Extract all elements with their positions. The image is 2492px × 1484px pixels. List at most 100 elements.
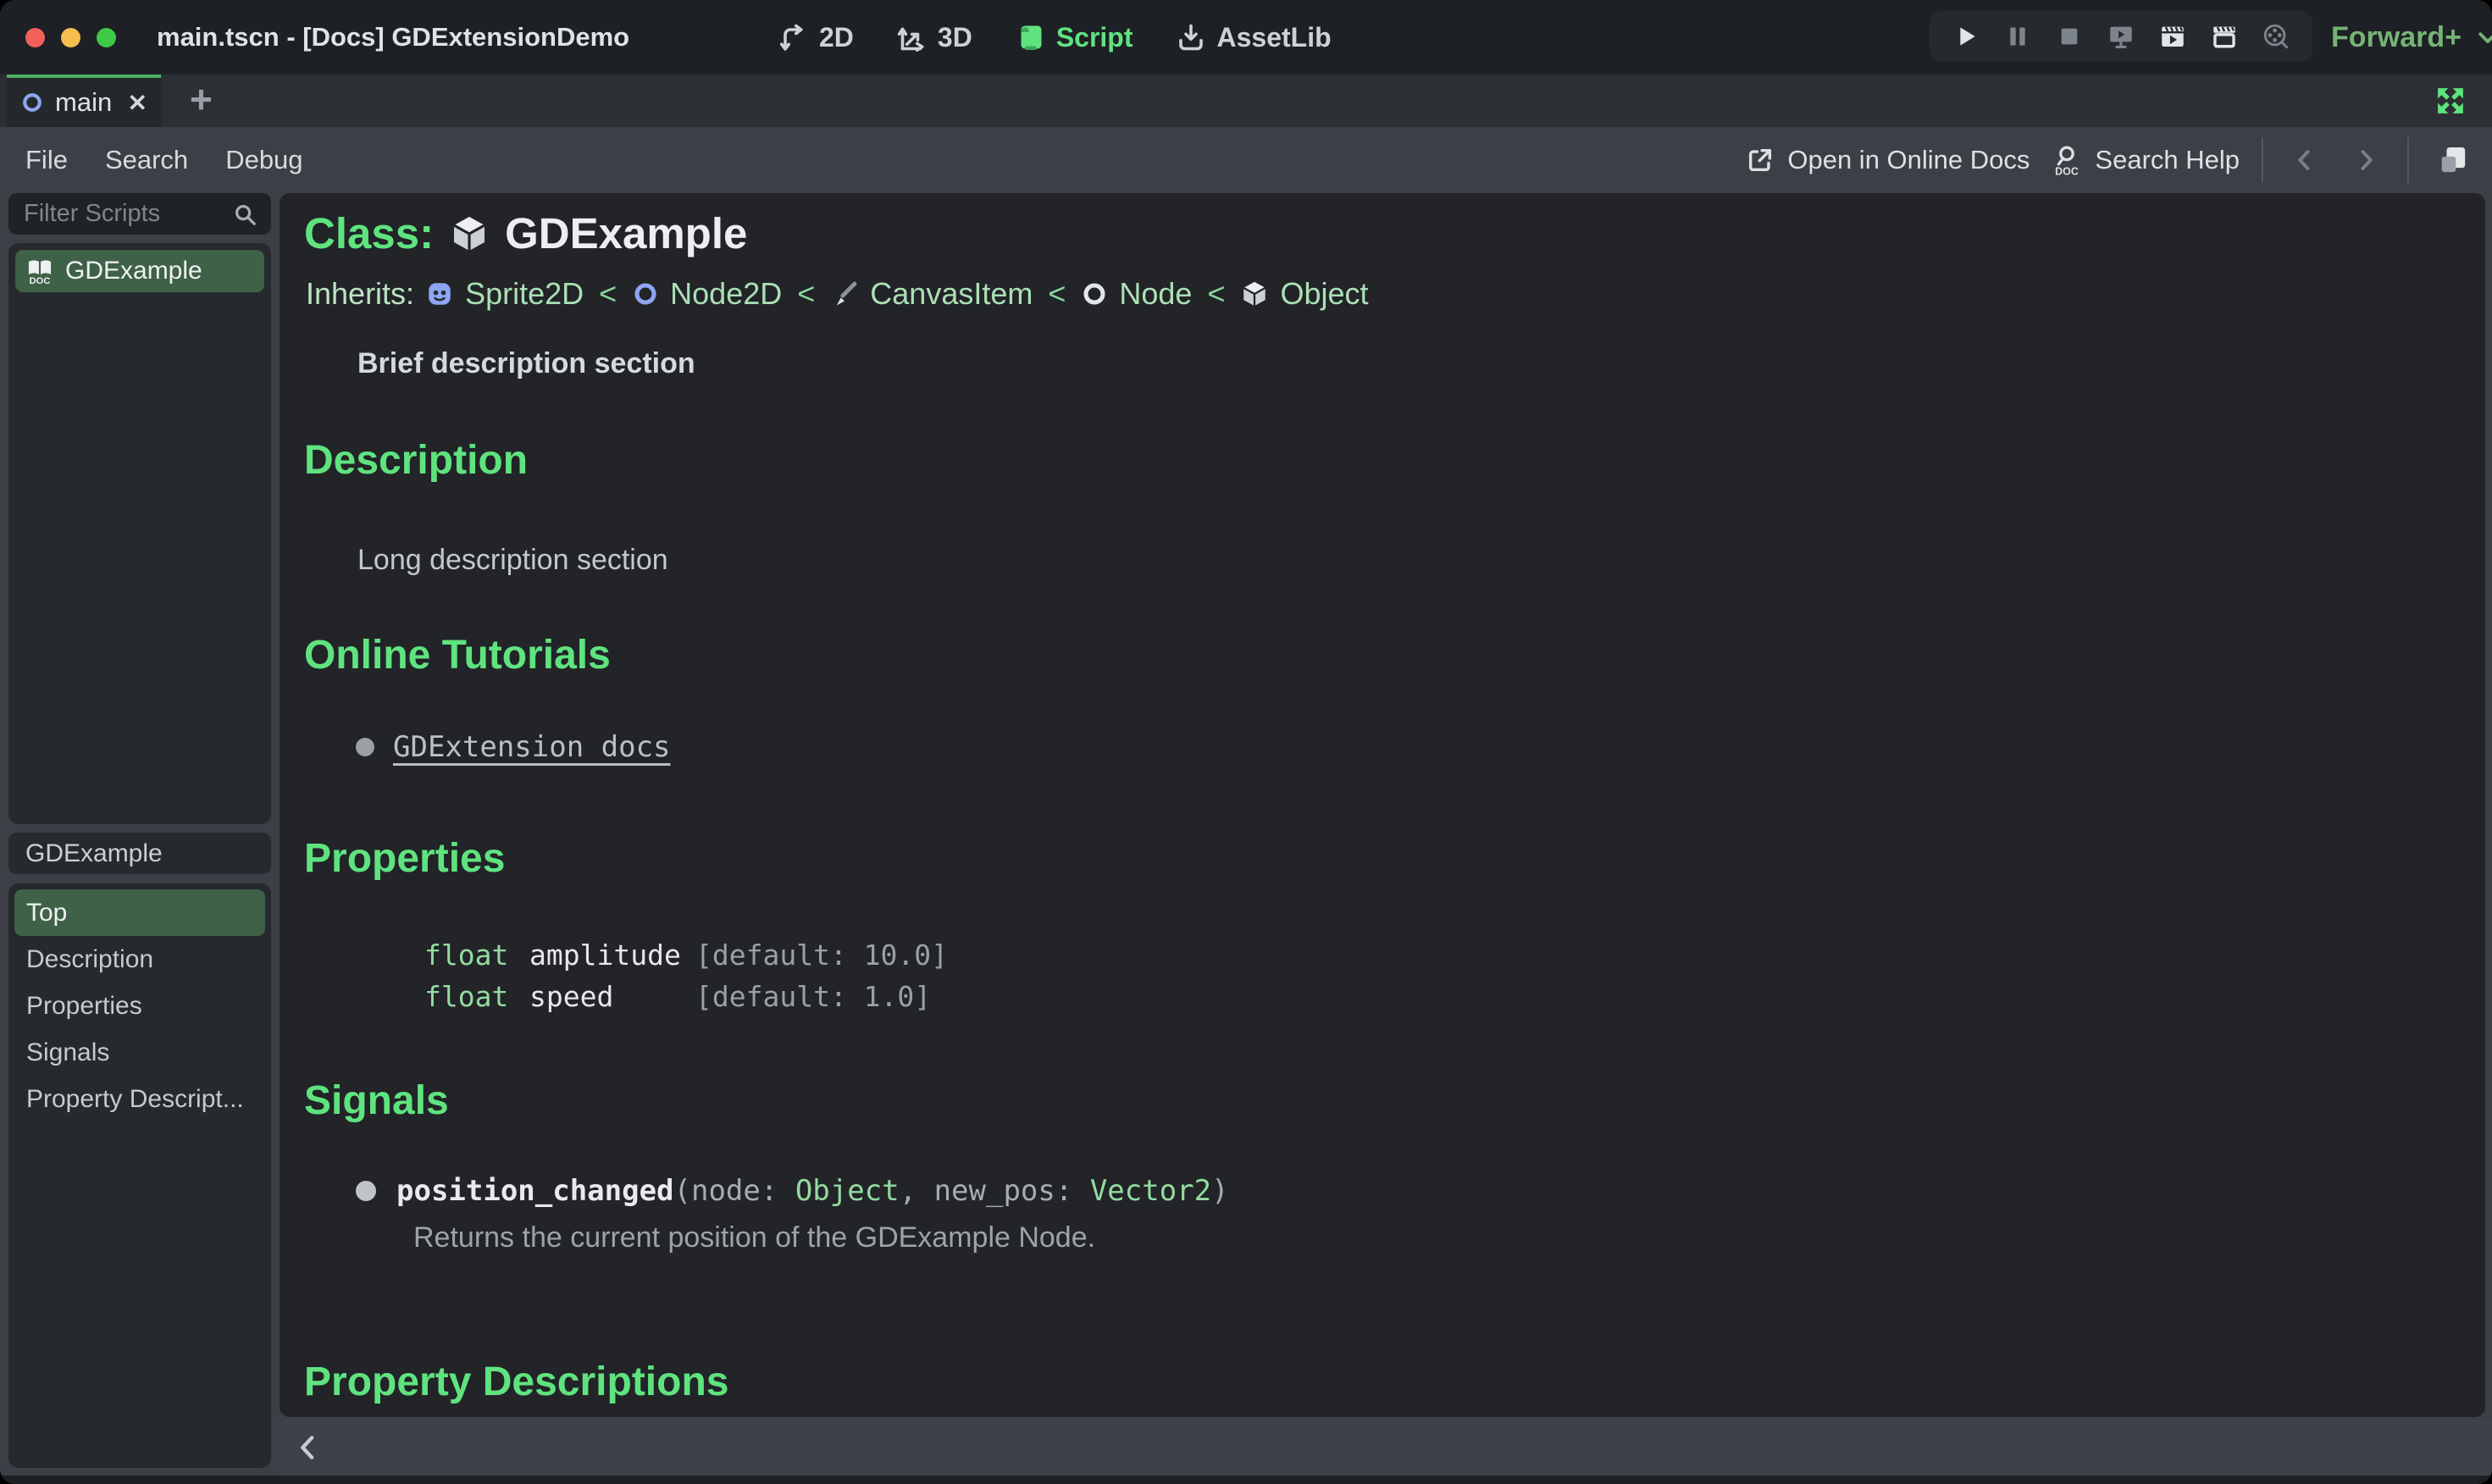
svg-text:DOC: DOC bbox=[30, 276, 51, 285]
title-bar: main.tscn - [Docs] GDExtensionDemo 2D 3D… bbox=[0, 0, 2492, 75]
renderer-selector[interactable]: Forward+ bbox=[2331, 0, 2492, 75]
script-icon bbox=[1015, 22, 1045, 53]
scene-tab-bar: main ✕ + bbox=[0, 75, 2492, 127]
search-doc-icon: DOC bbox=[2052, 144, 2082, 176]
inherits-separator: < bbox=[1048, 276, 1066, 311]
renderer-label: Forward+ bbox=[2331, 20, 2462, 53]
property-type[interactable]: float bbox=[424, 939, 529, 972]
property-type[interactable]: float bbox=[424, 980, 529, 1013]
minimize-window-button[interactable] bbox=[61, 27, 80, 47]
2d-icon bbox=[778, 22, 808, 53]
script-item-gdexample[interactable]: DOC GDExample bbox=[15, 250, 264, 292]
long-description: Long description section bbox=[357, 544, 668, 576]
script-editor-menu-bar: File Search Debug Open in Online Docs DO… bbox=[0, 127, 2492, 193]
tutorial-item: GDExtension docs bbox=[356, 730, 671, 764]
description-heading: Description bbox=[304, 438, 529, 483]
signal-arg-type[interactable]: Vector2 bbox=[1090, 1174, 1211, 1208]
class-header: Class: GDExample bbox=[304, 208, 747, 258]
sprite2d-icon bbox=[425, 280, 454, 308]
history-back-button[interactable] bbox=[2285, 146, 2324, 174]
property-row: float amplitude [default: 10.0] bbox=[424, 939, 948, 972]
movie-maker-button[interactable] bbox=[2254, 14, 2298, 58]
pause-button[interactable] bbox=[1996, 14, 2040, 58]
signal-description: Returns the current position of the GDEx… bbox=[413, 1221, 1096, 1254]
play-scene-button[interactable] bbox=[2151, 14, 2195, 58]
close-tab-icon[interactable]: ✕ bbox=[128, 89, 147, 117]
property-default: [default: 1.0] bbox=[695, 980, 932, 1013]
inherits-link-sprite2d[interactable]: Sprite2D bbox=[465, 276, 584, 312]
object-cube-icon bbox=[1240, 280, 1269, 308]
filter-scripts-field[interactable] bbox=[8, 193, 271, 235]
property-descriptions-heading: Property Descriptions bbox=[304, 1359, 729, 1404]
menu-debug[interactable]: Debug bbox=[207, 145, 321, 175]
workspace-2d-button[interactable]: 2D bbox=[778, 22, 854, 53]
play-button[interactable] bbox=[1944, 14, 1988, 58]
property-default: [default: 10.0] bbox=[695, 939, 949, 972]
member-item-property-descriptions[interactable]: Property Descript... bbox=[14, 1076, 265, 1122]
svg-text:DOC: DOC bbox=[2056, 165, 2079, 176]
tutorial-link[interactable]: GDExtension docs bbox=[393, 730, 671, 764]
inherits-separator: < bbox=[599, 276, 617, 311]
menu-bar-right: Open in Online Docs DOC Search Help bbox=[1746, 137, 2492, 183]
inherits-link-node2d[interactable]: Node2D bbox=[670, 276, 782, 312]
inherits-label: Inherits: bbox=[306, 276, 415, 311]
menu-file[interactable]: File bbox=[25, 145, 86, 175]
property-name[interactable]: speed bbox=[529, 980, 695, 1013]
script-item-label: GDExample bbox=[65, 257, 202, 285]
collapse-panel-button[interactable] bbox=[291, 1431, 325, 1465]
inherits-link-object[interactable]: Object bbox=[1280, 276, 1368, 312]
inherits-separator: < bbox=[1207, 276, 1226, 311]
window-bottom-edge bbox=[0, 1476, 2492, 1484]
selected-class-header: GDExample bbox=[8, 833, 271, 874]
object-cube-icon bbox=[449, 213, 490, 254]
node-icon bbox=[1081, 280, 1108, 307]
run-toolbar bbox=[1930, 11, 2312, 62]
node-icon bbox=[20, 91, 44, 114]
property-name[interactable]: amplitude bbox=[529, 939, 695, 972]
workspace-script-button[interactable]: Script bbox=[1015, 22, 1133, 53]
open-online-docs-label: Open in Online Docs bbox=[1787, 145, 2030, 174]
filter-scripts-input[interactable] bbox=[22, 199, 232, 229]
inherits-link-canvasitem[interactable]: CanvasItem bbox=[870, 276, 1033, 312]
member-item-top[interactable]: Top bbox=[14, 889, 265, 936]
close-window-button[interactable] bbox=[25, 27, 45, 47]
scripts-list: DOC GDExample bbox=[8, 243, 271, 824]
inherits-separator: < bbox=[797, 276, 816, 311]
3d-icon bbox=[896, 22, 927, 53]
search-help-label: Search Help bbox=[2095, 145, 2240, 174]
signals-heading: Signals bbox=[304, 1078, 449, 1123]
doc-book-icon: DOC bbox=[25, 257, 54, 285]
history-forward-button[interactable] bbox=[2346, 146, 2385, 174]
workspace-3d-button[interactable]: 3D bbox=[896, 22, 972, 53]
expand-icon bbox=[2433, 83, 2468, 119]
play-remote-button[interactable] bbox=[2099, 14, 2143, 58]
class-doc-page: Class: GDExample Inherits: Sprite2D < No… bbox=[280, 193, 2485, 1417]
signal-arg-type[interactable]: Object bbox=[795, 1174, 900, 1208]
canvasitem-brush-icon bbox=[830, 280, 859, 308]
member-item-properties[interactable]: Properties bbox=[14, 983, 265, 1029]
member-item-description[interactable]: Description bbox=[14, 936, 265, 983]
window-title: main.tscn - [Docs] GDExtensionDemo bbox=[157, 22, 630, 52]
open-online-docs-button[interactable]: Open in Online Docs bbox=[1746, 145, 2030, 175]
stop-button[interactable] bbox=[2047, 14, 2091, 58]
toggle-scripts-panel-button[interactable] bbox=[2431, 143, 2475, 177]
tab-main[interactable]: main ✕ bbox=[7, 75, 161, 127]
search-help-button[interactable]: DOC Search Help bbox=[2052, 144, 2240, 176]
chevron-down-icon bbox=[2475, 25, 2492, 50]
zoom-window-button[interactable] bbox=[97, 27, 116, 47]
menu-search[interactable]: Search bbox=[86, 145, 207, 175]
properties-heading: Properties bbox=[304, 836, 506, 881]
member-item-signals[interactable]: Signals bbox=[14, 1029, 265, 1076]
signal-row: position_changed(node: Object, new_pos: … bbox=[356, 1174, 1229, 1208]
workspace-assetlib-button[interactable]: AssetLib bbox=[1176, 22, 1332, 53]
play-custom-scene-button[interactable] bbox=[2202, 14, 2246, 58]
distraction-free-mode-button[interactable] bbox=[2433, 75, 2468, 127]
tab-main-label: main bbox=[55, 87, 113, 117]
members-list: Top Description Properties Signals Prope… bbox=[8, 883, 271, 1468]
divider bbox=[2262, 137, 2263, 183]
bullet-icon bbox=[356, 1181, 376, 1201]
add-tab-button[interactable]: + bbox=[180, 75, 223, 124]
workspace-2d-label: 2D bbox=[819, 21, 854, 53]
script-editor-workspace: DOC GDExample GDExample Top Description … bbox=[0, 193, 2492, 1476]
inherits-link-node[interactable]: Node bbox=[1119, 276, 1192, 312]
